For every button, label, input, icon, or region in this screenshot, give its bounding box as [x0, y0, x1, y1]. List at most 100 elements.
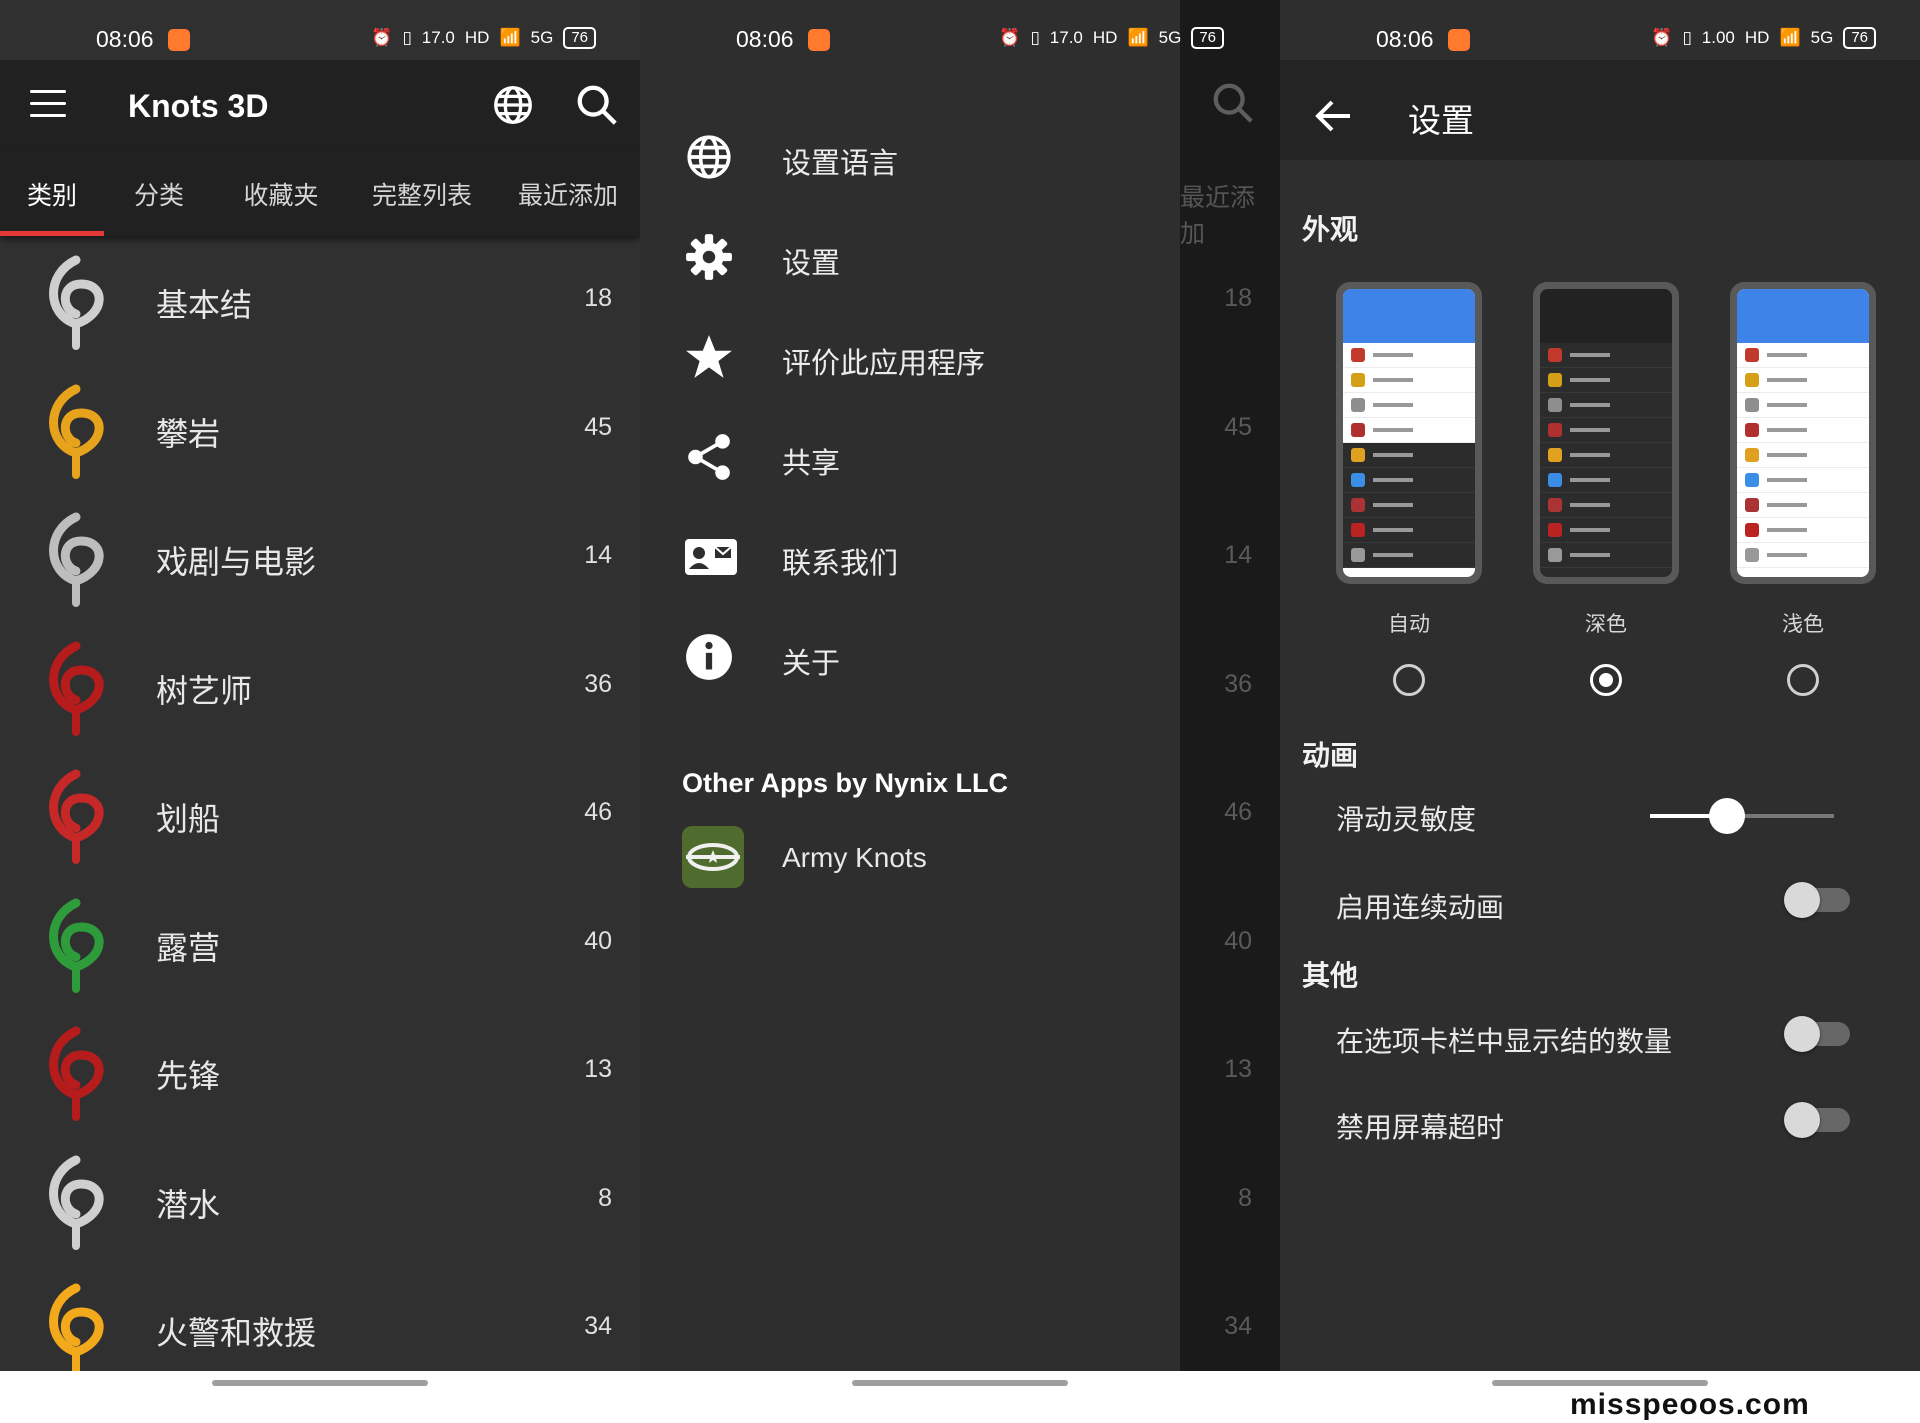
signal-5g: 5G: [530, 28, 554, 47]
theme-label: 自动: [1388, 613, 1430, 636]
theme-auto[interactable]: 自动: [1336, 282, 1482, 696]
background-count: 8: [1238, 1183, 1252, 1212]
theme-preview-light: [1730, 282, 1876, 584]
app-bar: Knots 3D: [0, 60, 640, 150]
menu-share[interactable]: 共享: [640, 406, 1180, 506]
drawer-scrim[interactable]: 最近添加 18 45 14 36 46 40 13 8 34: [1180, 0, 1280, 1397]
gesture-bar: [0, 1371, 640, 1397]
continuous-animation-toggle[interactable]: [1784, 882, 1850, 918]
tab-favorites[interactable]: 收藏夹: [214, 150, 348, 236]
category-count: 36: [584, 669, 612, 698]
menu-rate-app[interactable]: 评价此应用程序: [640, 306, 1180, 406]
menu-set-language[interactable]: 设置语言: [640, 106, 1180, 206]
menu-label: 设置: [782, 248, 841, 280]
gesture-bar: [640, 1371, 1280, 1397]
category-row[interactable]: 潜水 8: [0, 1136, 640, 1265]
share-icon: [688, 434, 730, 480]
preview-row: [1737, 468, 1869, 493]
toggle-knob: [1784, 1102, 1820, 1138]
radio-auto[interactable]: [1393, 664, 1425, 696]
preview-row: [1540, 343, 1672, 368]
preview-row: [1737, 343, 1869, 368]
alarm-icon: ⏰: [999, 28, 1021, 47]
preview-row: [1343, 493, 1475, 518]
preview-row: [1540, 368, 1672, 393]
preview-row: [1343, 543, 1475, 568]
settings-title: 设置: [1408, 102, 1474, 139]
knot-thumbnail-icon: [49, 1283, 104, 1378]
tab-types[interactable]: 分类: [104, 150, 214, 236]
app-title: Knots 3D: [128, 88, 269, 124]
preview-row: [1540, 443, 1672, 468]
animation-heading: 动画: [1302, 740, 1359, 771]
preview-row: [1343, 518, 1475, 543]
theme-label: 浅色: [1782, 613, 1824, 636]
globe-icon[interactable]: [490, 82, 536, 128]
home-handle[interactable]: [212, 1380, 428, 1386]
radio-dark[interactable]: [1590, 664, 1622, 696]
menu-contact-us[interactable]: 联系我们: [640, 506, 1180, 606]
menu-about[interactable]: 关于: [640, 606, 1180, 706]
theme-dark[interactable]: 深色: [1533, 282, 1679, 696]
alarm-icon: ⏰: [371, 28, 393, 47]
hd-icon: HD: [464, 28, 490, 47]
system-icons: ⏰ ▯ 17.0 HD 📶 5G 76: [371, 27, 596, 49]
category-row[interactable]: 先锋 13: [0, 1007, 640, 1136]
show-count-toggle[interactable]: [1784, 1016, 1850, 1052]
category-row[interactable]: 树艺师 36: [0, 622, 640, 751]
other-app-name: Army Knots: [782, 842, 927, 873]
vibrate-icon: ▯: [402, 28, 412, 47]
wifi-icon: 📶: [499, 28, 521, 47]
knot-thumbnail-icon: [49, 384, 104, 479]
net-speed: 1.00: [1701, 28, 1735, 47]
menu-icon[interactable]: [30, 90, 66, 120]
slider-thumb[interactable]: [1709, 798, 1746, 834]
drawer-screen: 最近添加 18 45 14 36 46 40 13 8 34 08:06 ⏰ ▯ 17.0 HD…: [640, 0, 1280, 1397]
home-handle[interactable]: [852, 1380, 1068, 1386]
radio-light[interactable]: [1787, 664, 1819, 696]
background-count: 14: [1224, 541, 1252, 569]
category-row[interactable]: 攀岩 45: [0, 365, 640, 494]
show-count-label: 在选项卡栏中显示结的数量: [1336, 1026, 1673, 1057]
tab-categories[interactable]: 类别: [0, 150, 104, 236]
category-name: 戏剧与电影: [156, 544, 317, 580]
alarm-icon: ⏰: [1651, 28, 1673, 47]
wifi-icon: 📶: [1779, 28, 1801, 47]
category-name: 先锋: [156, 1058, 221, 1094]
category-name: 划船: [156, 801, 221, 837]
category-row[interactable]: 露营 40: [0, 879, 640, 1008]
battery-icon: 76: [563, 27, 596, 49]
category-row[interactable]: 划船 46: [0, 750, 640, 879]
category-row[interactable]: 戏剧与电影 14: [0, 493, 640, 622]
preview-row: [1540, 468, 1672, 493]
category-count: 13: [584, 1055, 612, 1083]
signal-5g: 5G: [1158, 28, 1182, 47]
knot-thumbnail-icon: [49, 512, 104, 607]
background-count: 46: [1224, 798, 1252, 826]
toggle-knob: [1784, 882, 1820, 918]
theme-preview-auto: [1336, 282, 1482, 584]
tab-recently-added[interactable]: 最近添加: [496, 150, 640, 236]
search-icon[interactable]: [574, 82, 620, 128]
knot-thumbnail-icon: [49, 1155, 104, 1250]
back-arrow-icon[interactable]: [1314, 96, 1354, 136]
menu-label: 联系我们: [782, 548, 899, 580]
disable-timeout-toggle[interactable]: [1784, 1102, 1850, 1138]
preview-row: [1737, 393, 1869, 418]
category-name: 树艺师: [156, 672, 253, 709]
theme-light[interactable]: 浅色: [1730, 282, 1876, 696]
hd-icon: HD: [1092, 28, 1118, 47]
preview-row: [1343, 343, 1475, 368]
army-knots-app-link[interactable]: Army Knots: [682, 826, 1162, 890]
menu-settings[interactable]: 设置: [640, 206, 1180, 306]
tab-full-list[interactable]: 完整列表: [348, 150, 496, 236]
preview-row: [1540, 543, 1672, 568]
category-name: 露营: [156, 929, 221, 966]
swipe-sensitivity-slider[interactable]: [1650, 798, 1834, 834]
knot-thumbnail-icon: [49, 255, 104, 350]
category-count: 46: [584, 798, 612, 826]
home-handle[interactable]: [1492, 1380, 1708, 1386]
preview-row: [1540, 418, 1672, 443]
category-row[interactable]: 基本结 18: [0, 236, 640, 365]
system-icons-row: ⏰ ▯ 17.0 HD 📶 5G 76: [640, 0, 1280, 80]
